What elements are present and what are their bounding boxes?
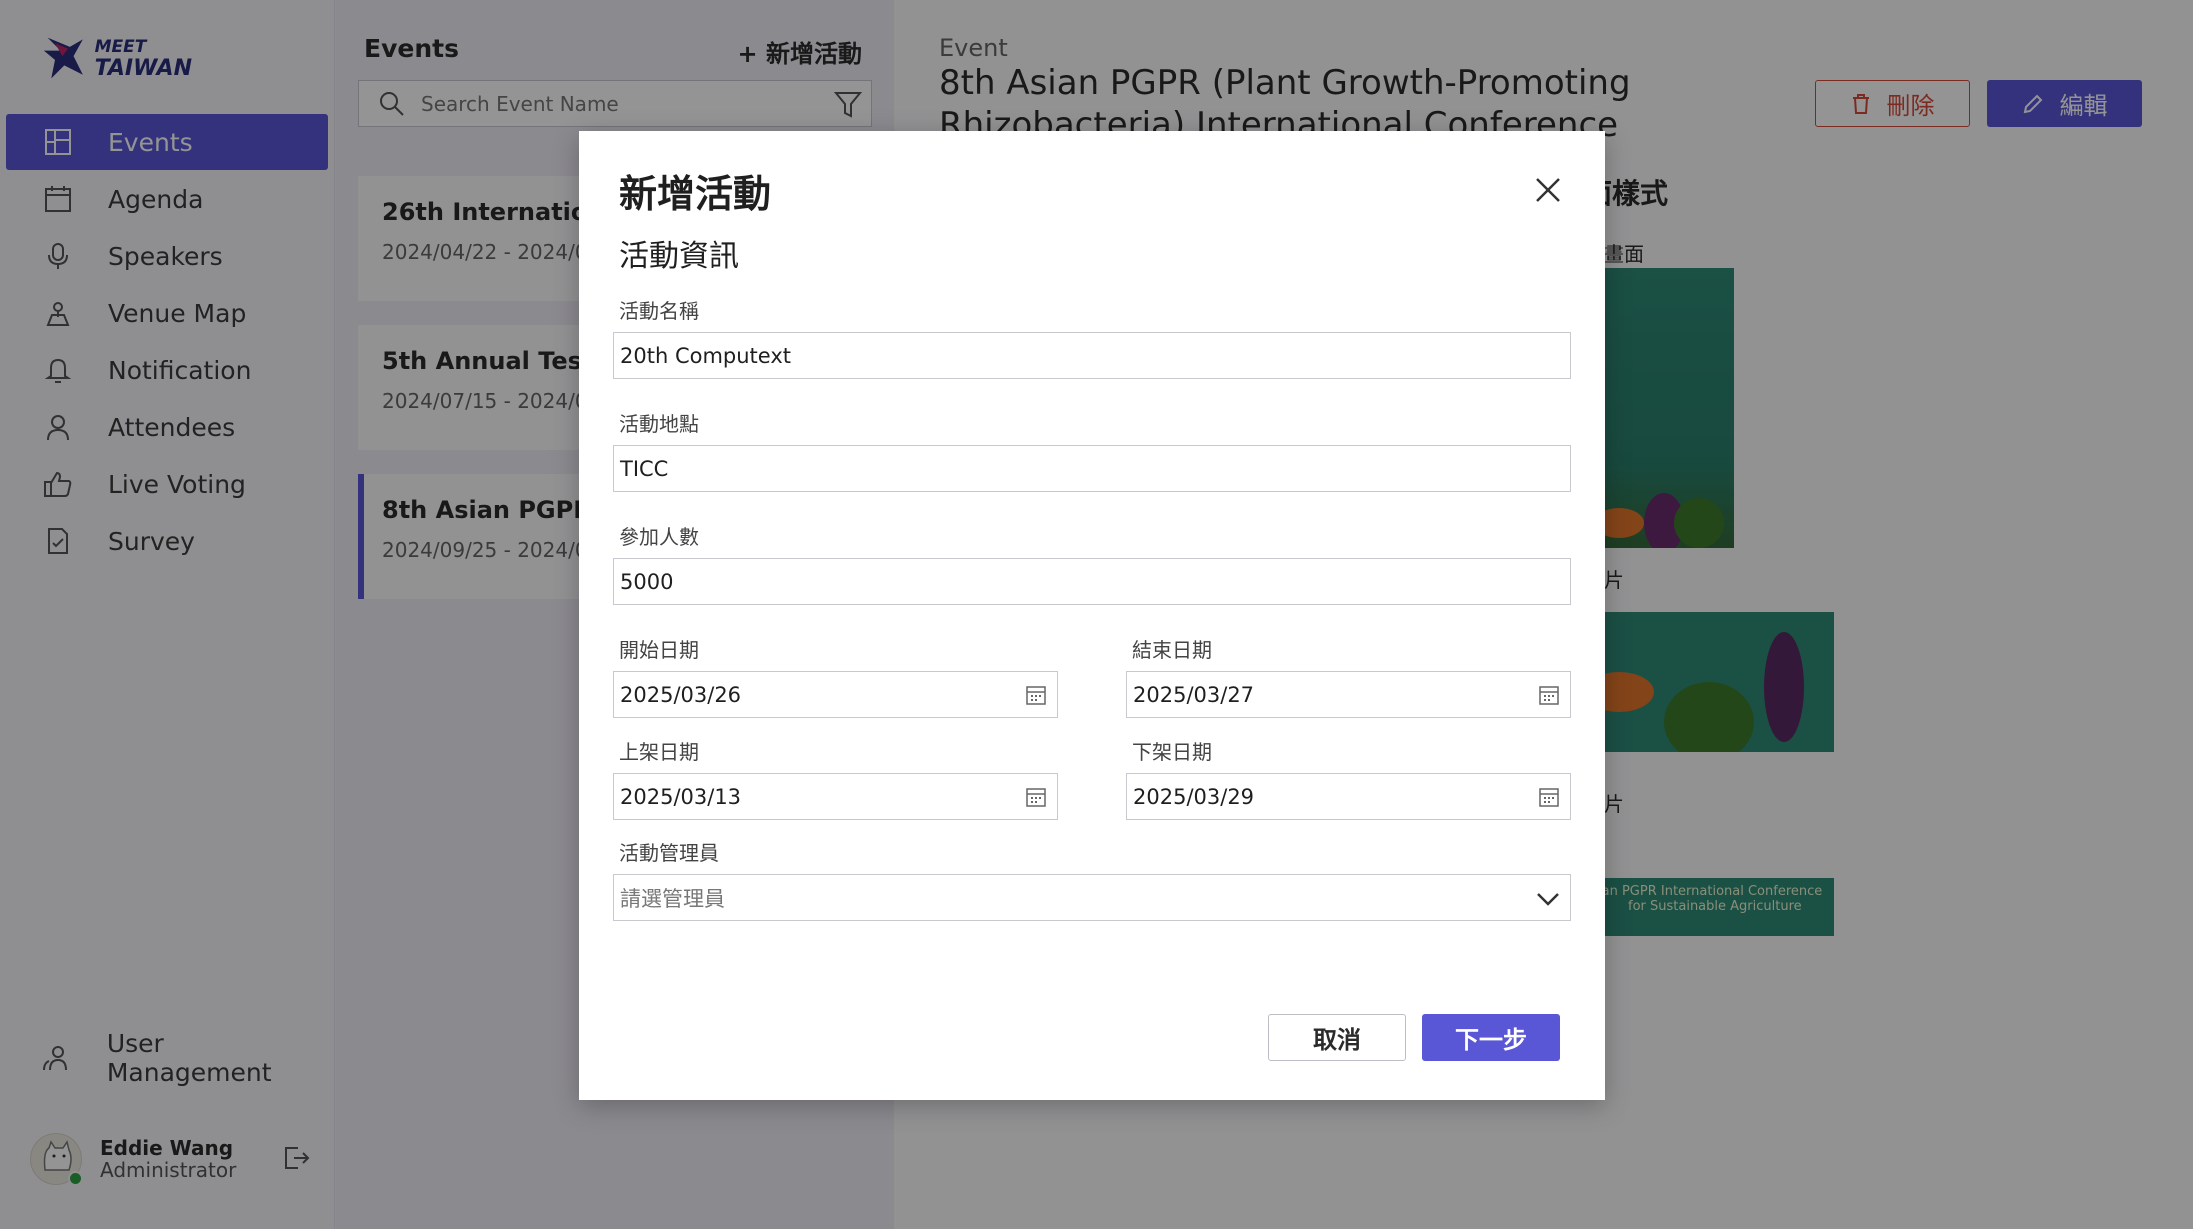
- start-date-value: 2025/03/26: [620, 682, 742, 707]
- next-step-button[interactable]: 下一步: [1422, 1014, 1560, 1061]
- attendees-count-field[interactable]: 5000: [613, 558, 1571, 605]
- chevron-down-icon: [1537, 893, 1559, 906]
- close-icon[interactable]: [1531, 173, 1565, 207]
- end-date-label: 結束日期: [1132, 638, 1212, 662]
- publish-date-field[interactable]: 2025/03/13: [613, 773, 1058, 820]
- calendar-icon[interactable]: [1538, 786, 1560, 808]
- event-admin-label: 活動管理員: [619, 841, 719, 865]
- modal-section-title: 活動資訊: [619, 239, 739, 274]
- attendees-count-label: 參加人數: [619, 525, 699, 549]
- end-date-field[interactable]: 2025/03/27: [1126, 671, 1571, 718]
- unpublish-date-label: 下架日期: [1132, 740, 1212, 764]
- calendar-icon[interactable]: [1025, 684, 1047, 706]
- calendar-icon[interactable]: [1025, 786, 1047, 808]
- event-location-field[interactable]: TICC: [613, 445, 1571, 492]
- event-location-value: TICC: [620, 456, 669, 481]
- event-name-label: 活動名稱: [619, 299, 699, 323]
- event-admin-select[interactable]: 請選管理員: [613, 874, 1571, 921]
- unpublish-date-field[interactable]: 2025/03/29: [1126, 773, 1571, 820]
- cancel-button[interactable]: 取消: [1268, 1014, 1406, 1061]
- event-location-label: 活動地點: [619, 412, 699, 436]
- publish-date-label: 上架日期: [619, 740, 699, 764]
- calendar-icon[interactable]: [1538, 684, 1560, 706]
- event-name-field[interactable]: 20th Computext: [613, 332, 1571, 379]
- end-date-value: 2025/03/27: [1133, 682, 1255, 707]
- add-event-modal: 新增活動 活動資訊 活動名稱 20th Computext 活動地點 TICC …: [579, 131, 1605, 1100]
- start-date-label: 開始日期: [619, 638, 699, 662]
- unpublish-date-value: 2025/03/29: [1133, 784, 1255, 809]
- start-date-field[interactable]: 2025/03/26: [613, 671, 1058, 718]
- event-name-value: 20th Computext: [620, 343, 791, 368]
- event-admin-placeholder: 請選管理員: [620, 886, 725, 911]
- modal-title: 新增活動: [619, 172, 772, 216]
- attendees-count-value: 5000: [620, 569, 674, 594]
- publish-date-value: 2025/03/13: [620, 784, 742, 809]
